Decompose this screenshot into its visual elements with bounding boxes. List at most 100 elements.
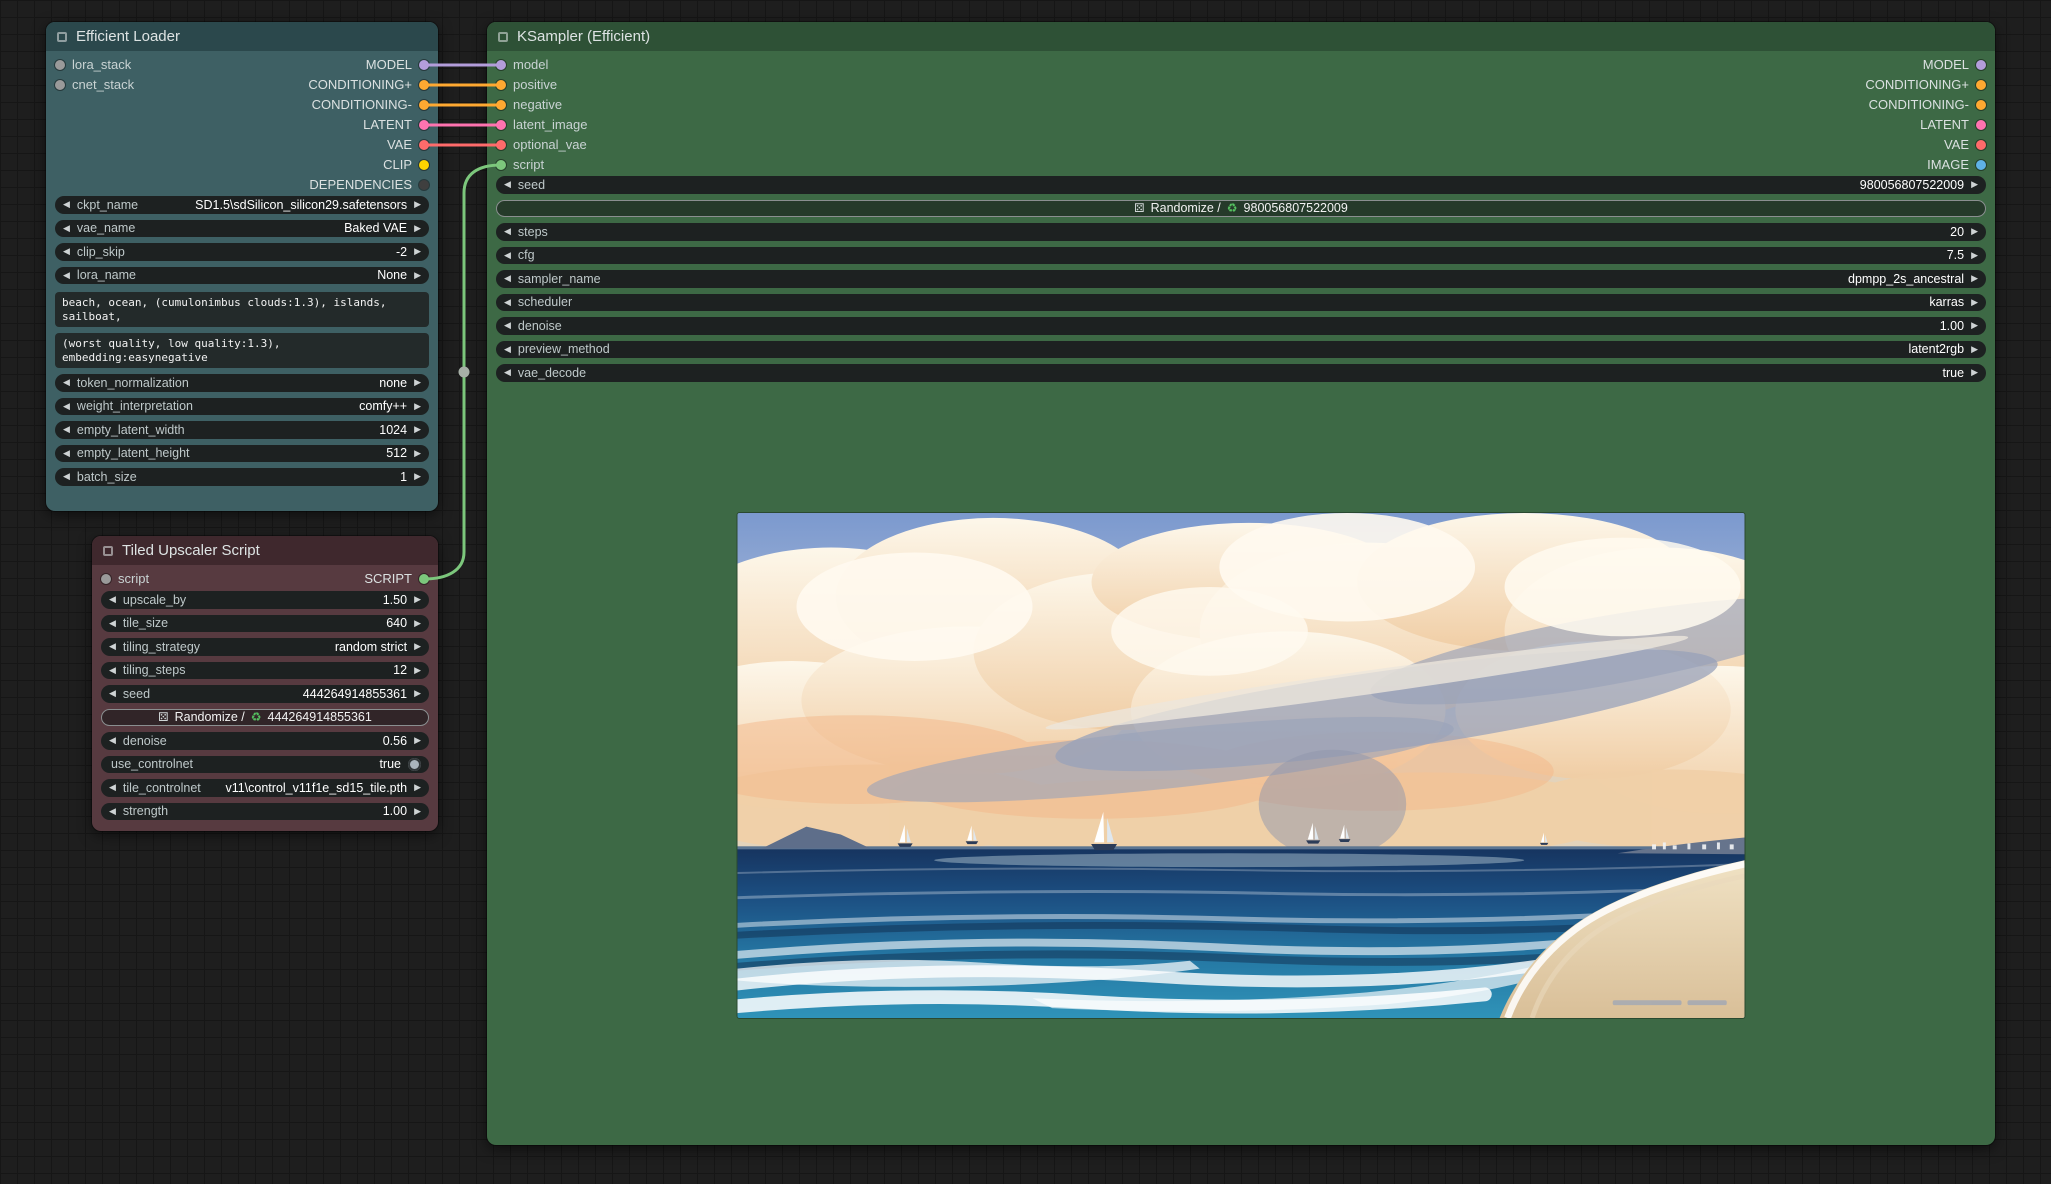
prev-arrow-icon[interactable]: ◀ xyxy=(109,594,116,605)
next-arrow-icon[interactable]: ▶ xyxy=(414,270,421,281)
output-port-vae[interactable] xyxy=(419,140,429,150)
node-collapse-icon[interactable] xyxy=(498,32,508,42)
next-arrow-icon[interactable]: ▶ xyxy=(1971,367,1978,378)
widget-vae-name[interactable]: ◀ vae_name Baked VAE ▶ xyxy=(55,220,429,238)
widget-sampler-name[interactable]: ◀ sampler_name dpmpp_2s_ancestral ▶ xyxy=(496,270,1986,288)
next-arrow-icon[interactable]: ▶ xyxy=(414,223,421,234)
input-port-positive[interactable] xyxy=(496,80,506,90)
input-port-model[interactable] xyxy=(496,60,506,70)
node-collapse-icon[interactable] xyxy=(103,546,113,556)
widget-denoise[interactable]: ◀ denoise 0.56 ▶ xyxy=(101,732,429,750)
next-arrow-icon[interactable]: ▶ xyxy=(1971,179,1978,190)
prev-arrow-icon[interactable]: ◀ xyxy=(109,618,116,629)
output-port-script[interactable] xyxy=(419,574,429,584)
next-arrow-icon[interactable]: ▶ xyxy=(1971,344,1978,355)
output-port-conditioning-plus[interactable] xyxy=(1976,80,1986,90)
widget-upscale-by[interactable]: ◀ upscale_by 1.50 ▶ xyxy=(101,591,429,609)
input-port-latent-image[interactable] xyxy=(496,120,506,130)
prev-arrow-icon[interactable]: ◀ xyxy=(63,270,70,281)
prev-arrow-icon[interactable]: ◀ xyxy=(63,471,70,482)
output-port-conditioning-minus[interactable] xyxy=(419,100,429,110)
prev-arrow-icon[interactable]: ◀ xyxy=(63,199,70,210)
prev-arrow-icon[interactable]: ◀ xyxy=(63,448,70,459)
widget-batch-size[interactable]: ◀ batch_size 1 ▶ xyxy=(55,468,429,486)
output-port-conditioning-plus[interactable] xyxy=(419,80,429,90)
next-arrow-icon[interactable]: ▶ xyxy=(1971,273,1978,284)
positive-prompt-textarea[interactable]: beach, ocean, (cumulonimbus clouds:1.3),… xyxy=(55,292,429,327)
prev-arrow-icon[interactable]: ◀ xyxy=(63,401,70,412)
negative-prompt-textarea[interactable]: (worst quality, low quality:1.3), embedd… xyxy=(55,333,429,368)
next-arrow-icon[interactable]: ▶ xyxy=(414,688,421,699)
widget-clip-skip[interactable]: ◀ clip_skip -2 ▶ xyxy=(55,243,429,261)
next-arrow-icon[interactable]: ▶ xyxy=(414,199,421,210)
next-arrow-icon[interactable]: ▶ xyxy=(414,471,421,482)
prev-arrow-icon[interactable]: ◀ xyxy=(63,246,70,257)
prev-arrow-icon[interactable]: ◀ xyxy=(109,641,116,652)
input-port-lora-stack[interactable] xyxy=(55,60,65,70)
next-arrow-icon[interactable]: ▶ xyxy=(414,641,421,652)
prev-arrow-icon[interactable]: ◀ xyxy=(109,806,116,817)
randomize-seed-button[interactable]: ⚄ Randomize / ♻ 980056807522009 xyxy=(496,200,1986,218)
prev-arrow-icon[interactable]: ◀ xyxy=(504,320,511,331)
next-arrow-icon[interactable]: ▶ xyxy=(414,665,421,676)
randomize-seed-button[interactable]: ⚄ Randomize / ♻ 444264914855361 xyxy=(101,709,429,727)
widget-empty-latent-width[interactable]: ◀ empty_latent_width 1024 ▶ xyxy=(55,421,429,439)
output-port-conditioning-minus[interactable] xyxy=(1976,100,1986,110)
widget-seed[interactable]: ◀ seed 980056807522009 ▶ xyxy=(496,176,1986,194)
output-port-clip[interactable] xyxy=(419,160,429,170)
widget-use-controlnet[interactable]: use_controlnet true xyxy=(101,756,429,774)
widget-tile-controlnet[interactable]: ◀ tile_controlnet v11\control_v11f1e_sd1… xyxy=(101,779,429,797)
prev-arrow-icon[interactable]: ◀ xyxy=(63,223,70,234)
output-port-model[interactable] xyxy=(1976,60,1986,70)
next-arrow-icon[interactable]: ▶ xyxy=(414,806,421,817)
next-arrow-icon[interactable]: ▶ xyxy=(414,618,421,629)
output-port-latent[interactable] xyxy=(1976,120,1986,130)
widget-strength[interactable]: ◀ strength 1.00 ▶ xyxy=(101,803,429,821)
prev-arrow-icon[interactable]: ◀ xyxy=(109,782,116,793)
prev-arrow-icon[interactable]: ◀ xyxy=(109,665,116,676)
prev-arrow-icon[interactable]: ◀ xyxy=(504,226,511,237)
widget-scheduler[interactable]: ◀ scheduler karras ▶ xyxy=(496,294,1986,312)
next-arrow-icon[interactable]: ▶ xyxy=(414,401,421,412)
output-port-model[interactable] xyxy=(419,60,429,70)
prev-arrow-icon[interactable]: ◀ xyxy=(504,273,511,284)
input-port-optional-vae[interactable] xyxy=(496,140,506,150)
input-port-script[interactable] xyxy=(101,574,111,584)
node-title-bar[interactable]: Tiled Upscaler Script xyxy=(92,536,438,565)
node-title-bar[interactable]: Efficient Loader xyxy=(46,22,438,51)
output-port-latent[interactable] xyxy=(419,120,429,130)
next-arrow-icon[interactable]: ▶ xyxy=(414,377,421,388)
widget-steps[interactable]: ◀ steps 20 ▶ xyxy=(496,223,1986,241)
next-arrow-icon[interactable]: ▶ xyxy=(1971,297,1978,308)
prev-arrow-icon[interactable]: ◀ xyxy=(504,179,511,190)
next-arrow-icon[interactable]: ▶ xyxy=(414,735,421,746)
widget-empty-latent-height[interactable]: ◀ empty_latent_height 512 ▶ xyxy=(55,445,429,463)
widget-cfg[interactable]: ◀ cfg 7.5 ▶ xyxy=(496,247,1986,265)
output-port-vae[interactable] xyxy=(1976,140,1986,150)
widget-token-normalization[interactable]: ◀ token_normalization none ▶ xyxy=(55,374,429,392)
next-arrow-icon[interactable]: ▶ xyxy=(414,246,421,257)
widget-vae-decode[interactable]: ◀ vae_decode true ▶ xyxy=(496,364,1986,382)
next-arrow-icon[interactable]: ▶ xyxy=(414,782,421,793)
prev-arrow-icon[interactable]: ◀ xyxy=(63,424,70,435)
input-port-cnet-stack[interactable] xyxy=(55,80,65,90)
widget-seed[interactable]: ◀ seed 444264914855361 ▶ xyxy=(101,685,429,703)
widget-ckpt-name[interactable]: ◀ ckpt_name SD1.5\sdSilicon_silicon29.sa… xyxy=(55,196,429,214)
node-title-bar[interactable]: KSampler (Efficient) xyxy=(487,22,1995,51)
output-port-image[interactable] xyxy=(1976,160,1986,170)
prev-arrow-icon[interactable]: ◀ xyxy=(504,250,511,261)
next-arrow-icon[interactable]: ▶ xyxy=(1971,250,1978,261)
prev-arrow-icon[interactable]: ◀ xyxy=(504,297,511,308)
next-arrow-icon[interactable]: ▶ xyxy=(414,424,421,435)
prev-arrow-icon[interactable]: ◀ xyxy=(109,735,116,746)
next-arrow-icon[interactable]: ▶ xyxy=(1971,320,1978,331)
widget-tile-size[interactable]: ◀ tile_size 640 ▶ xyxy=(101,615,429,633)
next-arrow-icon[interactable]: ▶ xyxy=(1971,226,1978,237)
prev-arrow-icon[interactable]: ◀ xyxy=(504,344,511,355)
output-port-dependencies[interactable] xyxy=(419,180,429,190)
prev-arrow-icon[interactable]: ◀ xyxy=(109,688,116,699)
widget-preview-method[interactable]: ◀ preview_method latent2rgb ▶ xyxy=(496,341,1986,359)
widget-weight-interpretation[interactable]: ◀ weight_interpretation comfy++ ▶ xyxy=(55,398,429,416)
node-collapse-icon[interactable] xyxy=(57,32,67,42)
prev-arrow-icon[interactable]: ◀ xyxy=(504,367,511,378)
